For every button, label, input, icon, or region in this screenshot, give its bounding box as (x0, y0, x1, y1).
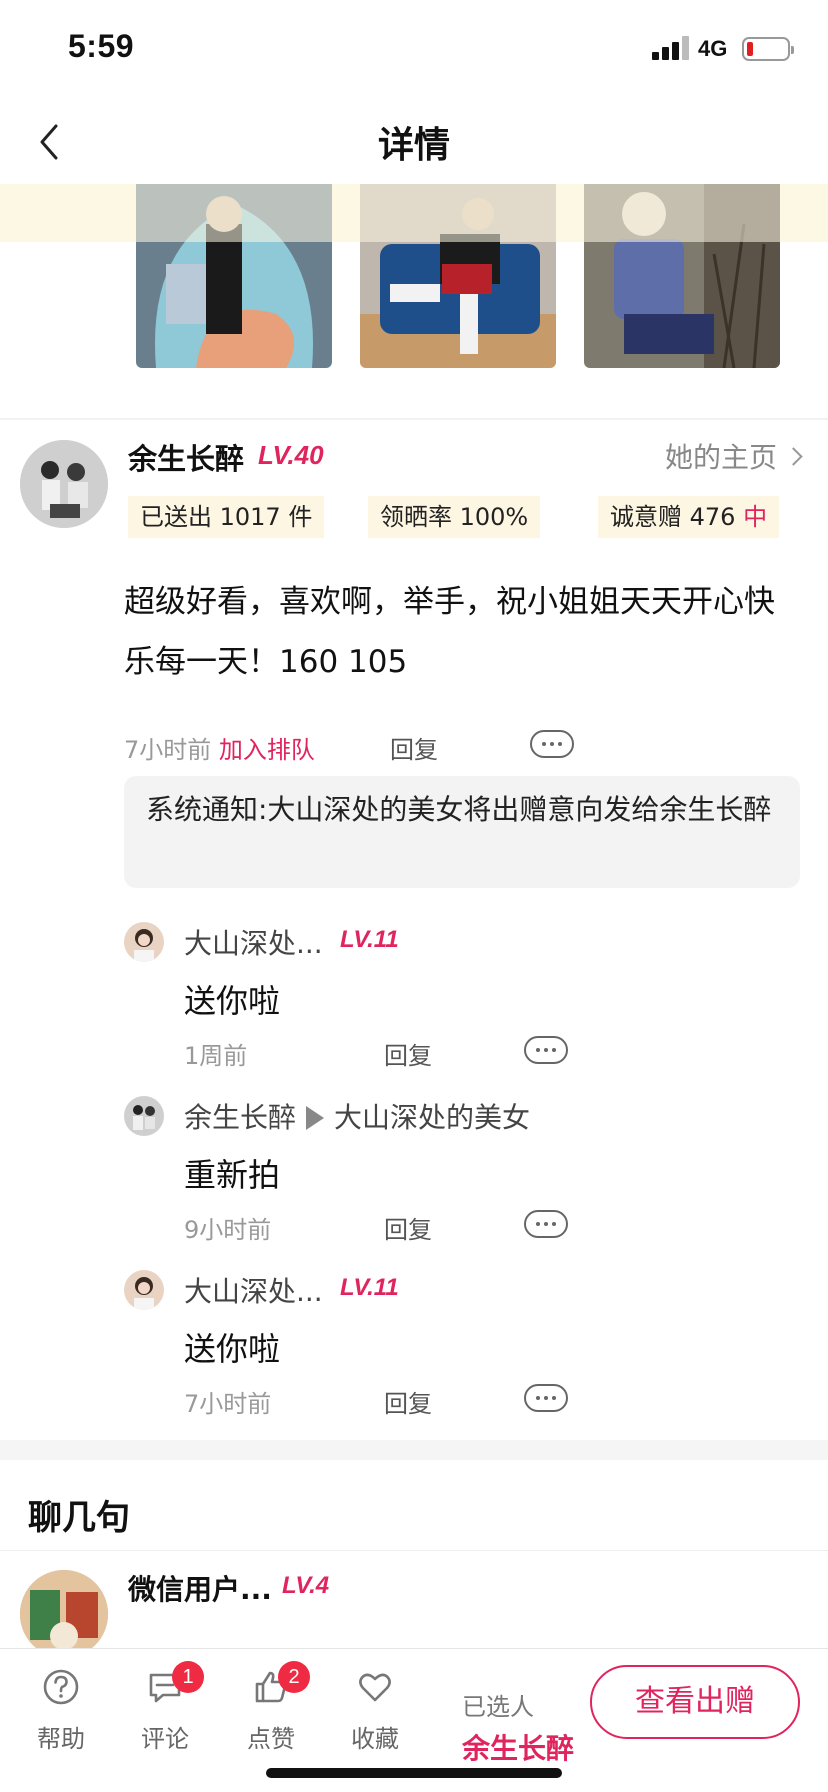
tab-label: 评论 (141, 1725, 189, 1753)
chevron-right-icon (784, 447, 803, 466)
username[interactable]: 余生长醉 (128, 436, 244, 478)
sincerity-text: 诚意赠 476 (610, 503, 744, 531)
sent-count-badge: 已送出 1017 件 (128, 496, 325, 538)
avatar[interactable] (20, 440, 108, 528)
tab-label: 帮助 (37, 1725, 85, 1753)
photo-thumbnail-1[interactable] (136, 184, 332, 368)
reply-avatar[interactable] (124, 1096, 164, 1136)
system-notice: 系统通知:大山深处的美女将出赠意向发给余生长醉 (124, 776, 800, 888)
tab-label: 点赞 (247, 1725, 295, 1753)
selected-person-name[interactable]: 余生长醉 (462, 1727, 574, 1767)
status-time: 5:59 (68, 28, 135, 64)
reply-avatar[interactable] (124, 1270, 164, 1310)
section-divider (0, 1440, 828, 1460)
homepage-link-label: 她的主页 (664, 441, 777, 474)
tab-help[interactable]: 帮助 (16, 1667, 106, 1754)
photo-thumbnail-3[interactable] (584, 184, 780, 368)
photo-thumbnail-2[interactable] (360, 184, 556, 368)
chat-section-title: 聊几句 (28, 1498, 130, 1538)
selected-person-label: 已选人 (462, 1693, 534, 1721)
level-badge: LV.40 (258, 440, 324, 470)
more-options-icon[interactable] (524, 1036, 568, 1064)
comment-meta: 7小时前 加入排队 (124, 730, 315, 765)
reply-text: 送你啦 (184, 982, 281, 1020)
level-badge: LV.11 (340, 926, 399, 953)
nav-header: 详情 (0, 100, 828, 184)
reply-button[interactable]: 回复 (384, 1210, 432, 1245)
like-count-badge: 2 (278, 1661, 310, 1693)
reply-target-username[interactable]: 大山深处的美女 (334, 1101, 530, 1134)
homepage-link[interactable]: 她的主页 (664, 436, 803, 476)
view-gift-button[interactable]: 查看出赠 (590, 1665, 800, 1739)
level-badge: LV.4 (282, 1572, 330, 1599)
reply-username-line: 余生长醉 大山深处的美女 (184, 1096, 530, 1136)
comment-count-badge: 1 (172, 1661, 204, 1693)
home-indicator[interactable] (266, 1768, 562, 1778)
reply-button[interactable]: 回复 (384, 1384, 432, 1419)
heart-icon (359, 1673, 391, 1702)
page-title: 详情 (377, 125, 450, 166)
reply-username[interactable]: 大山深处... (184, 1270, 323, 1310)
reply-time: 9小时前 (184, 1216, 272, 1244)
tab-comment[interactable]: 1 评论 (120, 1661, 210, 1754)
reply-button[interactable]: 回复 (384, 1036, 432, 1071)
reply-text: 重新拍 (184, 1156, 281, 1194)
reply-avatar[interactable] (124, 922, 164, 962)
more-options-icon[interactable] (530, 730, 574, 758)
comment-time: 7小时前 (124, 736, 212, 764)
reply-username[interactable]: 余生长醉 (184, 1101, 296, 1134)
sincerity-badge: 诚意赠 476 中 (598, 496, 780, 538)
claim-rate-badge: 领晒率 100% (368, 496, 541, 538)
reply-to-arrow-icon (306, 1106, 325, 1130)
level-badge: LV.11 (340, 1274, 399, 1301)
comment-text: 超级好看，喜欢啊，举手，祝小姐姐天天开心快乐每一天！160 105 (124, 584, 775, 680)
status-bar: 5:59 4G (0, 0, 828, 100)
tab-like[interactable]: 2 点赞 (226, 1661, 316, 1754)
tab-label: 收藏 (351, 1725, 399, 1753)
battery-icon (742, 37, 794, 61)
chat-username[interactable]: 微信用户... (128, 1568, 272, 1608)
reply-time: 1周前 (184, 1042, 248, 1070)
more-options-icon[interactable] (524, 1210, 568, 1238)
join-queue-link[interactable]: 加入排队 (219, 736, 315, 764)
reply-button[interactable]: 回复 (390, 730, 438, 765)
signal-icon (652, 36, 690, 60)
divider (0, 1550, 828, 1551)
reply-username[interactable]: 大山深处... (184, 922, 323, 962)
network-type: 4G (698, 36, 728, 61)
tab-favorite[interactable]: 收藏 (330, 1667, 420, 1754)
help-icon (43, 1669, 79, 1705)
reply-time: 7小时前 (184, 1390, 272, 1418)
avatar[interactable] (20, 1570, 108, 1658)
sincerity-status: 中 (743, 503, 768, 531)
reply-text: 送你啦 (184, 1330, 281, 1368)
divider (0, 418, 828, 420)
more-options-icon[interactable] (524, 1384, 568, 1412)
